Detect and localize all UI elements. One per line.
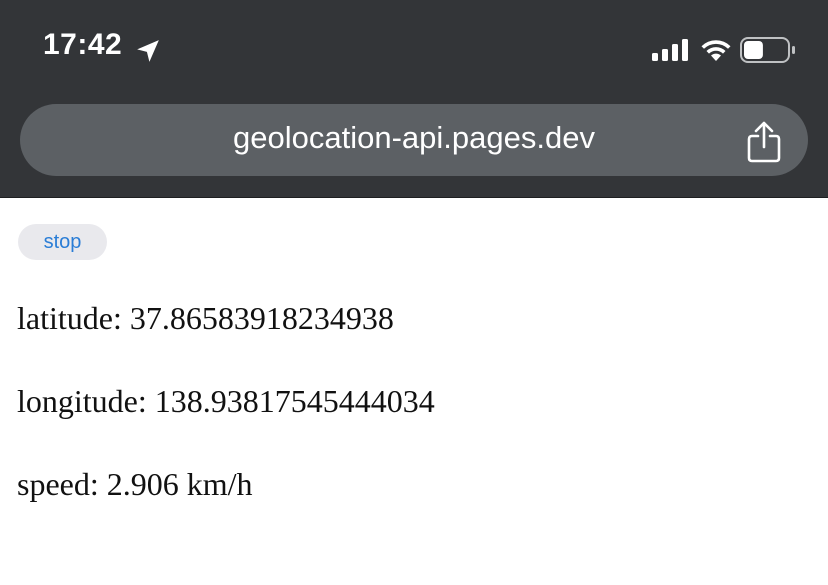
- stop-button[interactable]: stop: [18, 224, 107, 260]
- status-bar: 17:42: [0, 0, 828, 98]
- battery-icon: [740, 37, 795, 63]
- status-time: 17:42: [43, 28, 123, 61]
- wifi-icon: [701, 40, 731, 61]
- longitude-text: longitude: 138.93817545444034: [17, 383, 435, 419]
- cellular-signal-icon: [652, 39, 688, 61]
- location-arrow-icon: [137, 40, 159, 62]
- share-icon[interactable]: [744, 120, 784, 164]
- page-content: stop latitude: 37.86583918234938 longitu…: [0, 198, 828, 585]
- latitude-text: latitude: 37.86583918234938: [17, 300, 394, 336]
- url-text[interactable]: geolocation-api.pages.dev: [20, 104, 808, 176]
- browser-address-area: geolocation-api.pages.dev: [0, 98, 828, 198]
- address-bar[interactable]: geolocation-api.pages.dev: [20, 104, 808, 176]
- speed-text: speed: 2.906 km/h: [17, 466, 253, 502]
